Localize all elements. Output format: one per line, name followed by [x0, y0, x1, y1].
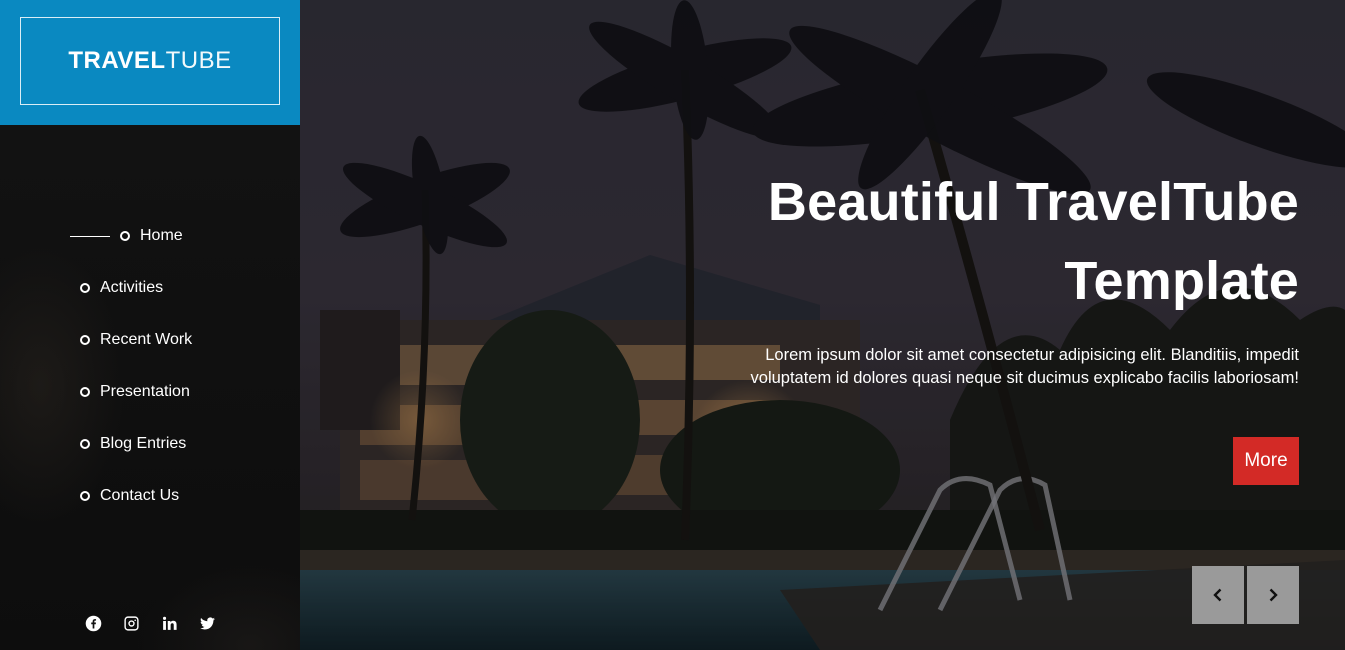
- chevron-left-icon: [1213, 588, 1222, 602]
- circle-bullet-icon: [80, 387, 90, 397]
- sidebar: TRAVELTUBE Home Activities Recent Work P…: [0, 0, 300, 650]
- more-button[interactable]: More: [1233, 437, 1299, 485]
- instagram-icon[interactable]: [122, 614, 140, 632]
- logo-text: TRAVELTUBE: [68, 47, 231, 75]
- hero-title: Beautiful TravelTube Template: [679, 175, 1299, 333]
- circle-bullet-icon: [80, 283, 90, 293]
- nav-item-label: Recent Work: [100, 331, 193, 348]
- nav-item-label: Home: [140, 227, 183, 244]
- circle-bullet-icon: [80, 335, 90, 345]
- nav-item-label: Blog Entries: [100, 435, 187, 452]
- circle-bullet-icon: [80, 439, 90, 449]
- nav-item-recent-work[interactable]: Recent Work: [0, 314, 300, 366]
- nav-item-contact-us[interactable]: Contact Us: [0, 470, 300, 522]
- logo[interactable]: TRAVELTUBE: [20, 17, 280, 105]
- nav-item-presentation[interactable]: Presentation: [0, 366, 300, 418]
- nav-item-blog-entries[interactable]: Blog Entries: [0, 418, 300, 470]
- circle-bullet-icon: [80, 491, 90, 501]
- nav-item-label: Activities: [100, 279, 164, 296]
- hero-title-line-2: Template: [1064, 251, 1299, 311]
- active-indicator-line: [70, 235, 110, 237]
- hero-title-line-1: Beautiful TravelTube: [767, 172, 1299, 232]
- logo-area: TRAVELTUBE: [0, 0, 300, 125]
- nav-item-label: Presentation: [100, 383, 190, 400]
- hero-slider: Beautiful TravelTube Template Lorem ipsu…: [300, 0, 1345, 650]
- slider-controls: [1192, 566, 1299, 624]
- twitter-icon[interactable]: [198, 614, 216, 632]
- facebook-icon[interactable]: [84, 614, 102, 632]
- prev-slide-button[interactable]: [1192, 566, 1244, 624]
- hero-description: Lorem ipsum dolor sit amet consectetur a…: [750, 346, 1299, 387]
- next-slide-button[interactable]: [1247, 566, 1299, 624]
- chevron-right-icon: [1269, 588, 1278, 602]
- logo-light-text: TUBE: [165, 47, 232, 74]
- nav-item-activities[interactable]: Activities: [0, 262, 300, 314]
- logo-bold-text: TRAVEL: [68, 47, 166, 74]
- nav-item-label: Contact Us: [100, 487, 180, 504]
- circle-bullet-icon: [120, 231, 130, 241]
- social-links: [0, 614, 300, 632]
- linkedin-icon[interactable]: [160, 614, 178, 632]
- nav-item-home[interactable]: Home: [0, 210, 300, 262]
- main-nav: Home Activities Recent Work Presentation…: [0, 210, 300, 522]
